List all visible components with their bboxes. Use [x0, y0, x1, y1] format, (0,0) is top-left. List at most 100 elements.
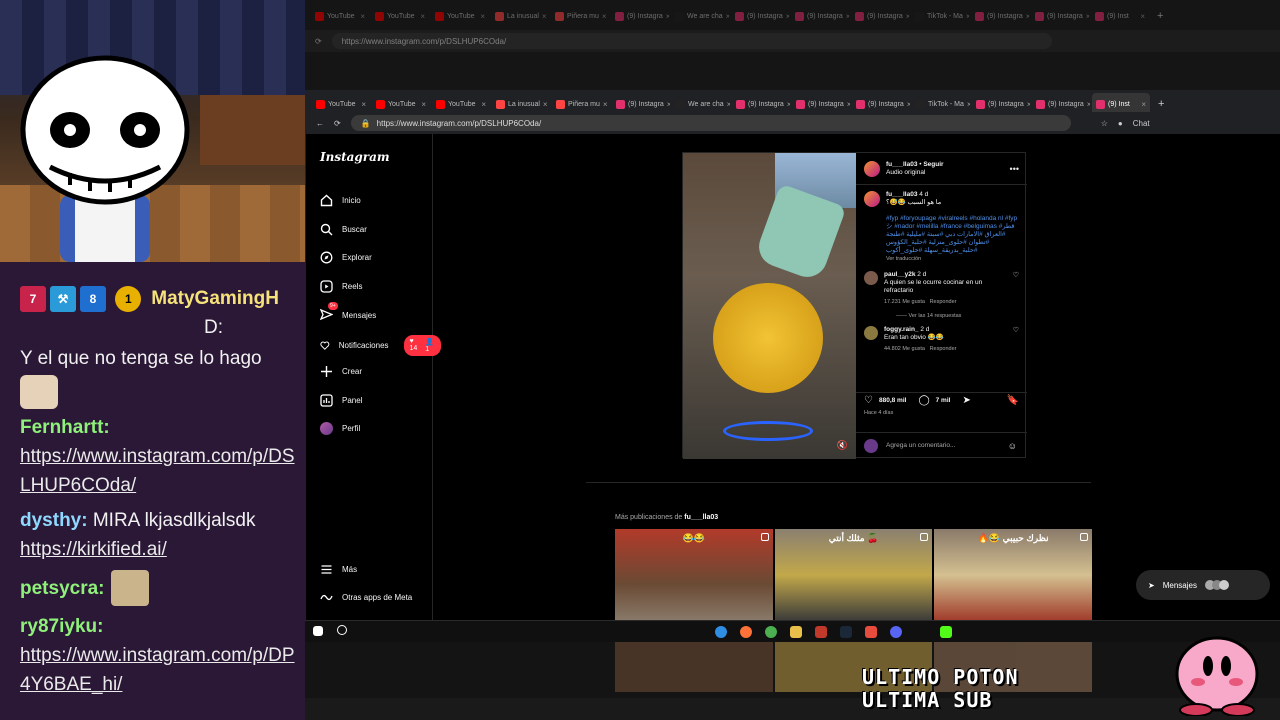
close-tab-icon[interactable]: × [1086, 12, 1089, 21]
browser-tab[interactable]: We are cha × [671, 5, 729, 27]
search-icon[interactable] [337, 625, 347, 635]
close-tab-icon[interactable]: × [726, 12, 729, 21]
app-icon[interactable] [815, 626, 827, 638]
nav-notificaciones[interactable]: Notificaciones ♥ 14 👤 1 [320, 335, 442, 356]
browser-tab[interactable]: TikTok - Ma × [911, 5, 969, 27]
refresh-icon[interactable]: ⟳ [334, 119, 341, 128]
kick-icon[interactable] [940, 626, 952, 638]
more-options-icon[interactable]: ••• [1010, 164, 1019, 174]
close-tab-icon[interactable]: × [421, 100, 426, 109]
close-tab-icon[interactable]: × [667, 100, 670, 109]
browser-tab[interactable]: YouTube × [371, 5, 429, 27]
likes-count[interactable]: 880,8 mil [879, 397, 906, 405]
close-tab-icon[interactable]: × [786, 12, 789, 21]
browser-tab[interactable]: YouTube × [431, 5, 489, 27]
browser-tab[interactable]: (9) Instagra × [971, 5, 1029, 27]
follow-button[interactable]: Seguir [923, 161, 943, 168]
notification-pill[interactable]: ♥ 14 👤 1 [403, 335, 442, 356]
nav-reels[interactable]: Reels [320, 280, 362, 293]
close-tab-icon[interactable]: × [966, 12, 969, 21]
close-tab-icon[interactable]: × [543, 100, 548, 109]
nav-inicio[interactable]: Inicio [320, 194, 361, 207]
emoji-icon[interactable]: ☺ [1008, 441, 1017, 451]
nav-buscar[interactable]: Buscar [320, 223, 367, 236]
comment-input[interactable]: Agrega un comentario... [886, 442, 955, 450]
new-tab-icon[interactable]: + [1158, 98, 1164, 110]
valorant-icon[interactable] [865, 626, 877, 638]
close-tab-icon[interactable]: × [1141, 100, 1146, 109]
close-tab-icon[interactable]: × [481, 100, 486, 109]
comment-avatar[interactable] [864, 326, 878, 340]
chrome-icon[interactable] [765, 626, 777, 638]
browser-tab[interactable]: (9) Instagra × [611, 5, 669, 27]
discord-icon[interactable] [890, 626, 902, 638]
nav-panel[interactable]: Panel [320, 394, 362, 407]
comment-like-icon[interactable]: ♡ [1013, 326, 1019, 353]
close-tab-icon[interactable]: × [847, 100, 850, 109]
close-tab-icon[interactable]: × [420, 12, 425, 21]
firefox-icon[interactable] [740, 626, 752, 638]
close-tab-icon[interactable]: × [1027, 100, 1030, 109]
comment-user[interactable]: foggy.rain_ [884, 326, 919, 333]
nav-mensajes[interactable]: 9+ Mensajes [319, 302, 376, 323]
url-field[interactable]: 🔒 https://www.instagram.com/p/DSLHUP6COd… [350, 115, 1071, 131]
steam-icon[interactable] [840, 626, 852, 638]
close-tab-icon[interactable]: × [1026, 12, 1029, 21]
browser-tab[interactable]: (9) Instagra × [731, 5, 789, 27]
author-name[interactable]: fu___lla03 [886, 161, 917, 168]
browser-tab[interactable]: (9) Instagra × [1031, 5, 1089, 27]
close-tab-icon[interactable]: × [603, 100, 608, 109]
close-tab-icon[interactable]: × [666, 12, 669, 21]
close-tab-icon[interactable]: × [1140, 12, 1145, 21]
back-icon[interactable]: ← [316, 119, 324, 128]
share-icon[interactable]: ➤ [962, 396, 970, 406]
caption-hashtags[interactable]: #fyp #foryoupage #viralreels #holanda nl… [886, 215, 1019, 255]
nav-meta-apps[interactable]: Otras apps de Meta [320, 591, 412, 604]
edge-icon[interactable] [715, 626, 727, 638]
folder-icon[interactable] [790, 626, 802, 638]
windows-start-icon[interactable] [313, 626, 323, 636]
close-tab-icon[interactable]: × [907, 100, 910, 109]
comment-user[interactable]: paul__y2k [884, 271, 915, 278]
close-tab-icon[interactable]: × [787, 100, 790, 109]
see-translation[interactable]: Ver traducción [886, 255, 1019, 263]
close-tab-icon[interactable]: × [727, 100, 730, 109]
close-tab-icon[interactable]: × [480, 12, 485, 21]
messages-floating-button[interactable]: ➤ Mensajes [1136, 570, 1270, 600]
instagram-logo[interactable]: Instagram [320, 150, 390, 164]
nav-mas[interactable]: Más [320, 563, 357, 576]
post-thumbnail[interactable]: 🔥😂 نظرك حبيبي [934, 529, 1093, 621]
browser-tab[interactable]: Piñera mu × [551, 5, 609, 27]
chat-link[interactable]: https://kirkified.ai/ [20, 539, 167, 560]
nav-explorar[interactable]: Explorar [320, 251, 372, 264]
bookmark-icon[interactable]: 🔖 [1007, 396, 1019, 406]
reply-button[interactable]: Responder [930, 299, 957, 305]
chat-link[interactable]: https://www.instagram.com/p/DP4Y6BAE_hi/ [20, 645, 295, 695]
comment-like-icon[interactable]: ♡ [1013, 271, 1019, 320]
browser-tab[interactable]: La inusual × [491, 5, 549, 27]
close-tab-icon[interactable]: × [967, 100, 970, 109]
comments-count[interactable]: 7 mil [936, 397, 951, 405]
nav-crear[interactable]: Crear [320, 365, 362, 378]
reel-video[interactable]: 🔇 [683, 153, 856, 459]
nav-perfil[interactable]: Perfil [320, 422, 360, 435]
more-posts-user[interactable]: fu___lla03 [684, 514, 718, 521]
comment-icon[interactable]: ◯ [918, 396, 929, 406]
close-tab-icon[interactable]: × [542, 12, 547, 21]
new-tab-icon[interactable]: + [1157, 10, 1163, 22]
mute-icon[interactable]: 🔇 [837, 440, 848, 451]
author-avatar[interactable] [864, 160, 880, 177]
reply-button[interactable]: Responder [930, 346, 957, 352]
chat-button[interactable]: Chat [1133, 119, 1150, 128]
post-thumbnail[interactable]: 😂😂 [615, 529, 773, 621]
close-tab-icon[interactable]: × [602, 12, 607, 21]
profile-icon[interactable]: ● [1118, 119, 1123, 128]
browser-tab[interactable]: YouTube × [311, 5, 369, 27]
browser-tab[interactable]: (9) Instagra × [851, 5, 909, 27]
comment-avatar[interactable] [864, 271, 878, 285]
caption-user[interactable]: fu___lla03 [886, 191, 917, 198]
close-tab-icon[interactable]: × [1087, 100, 1090, 109]
chat-link[interactable]: https://www.instagram.com/p/DSLHUP6COda/ [20, 446, 295, 496]
close-tab-icon[interactable]: × [846, 12, 849, 21]
browser-tab[interactable]: (9) Instagra × [791, 5, 849, 27]
